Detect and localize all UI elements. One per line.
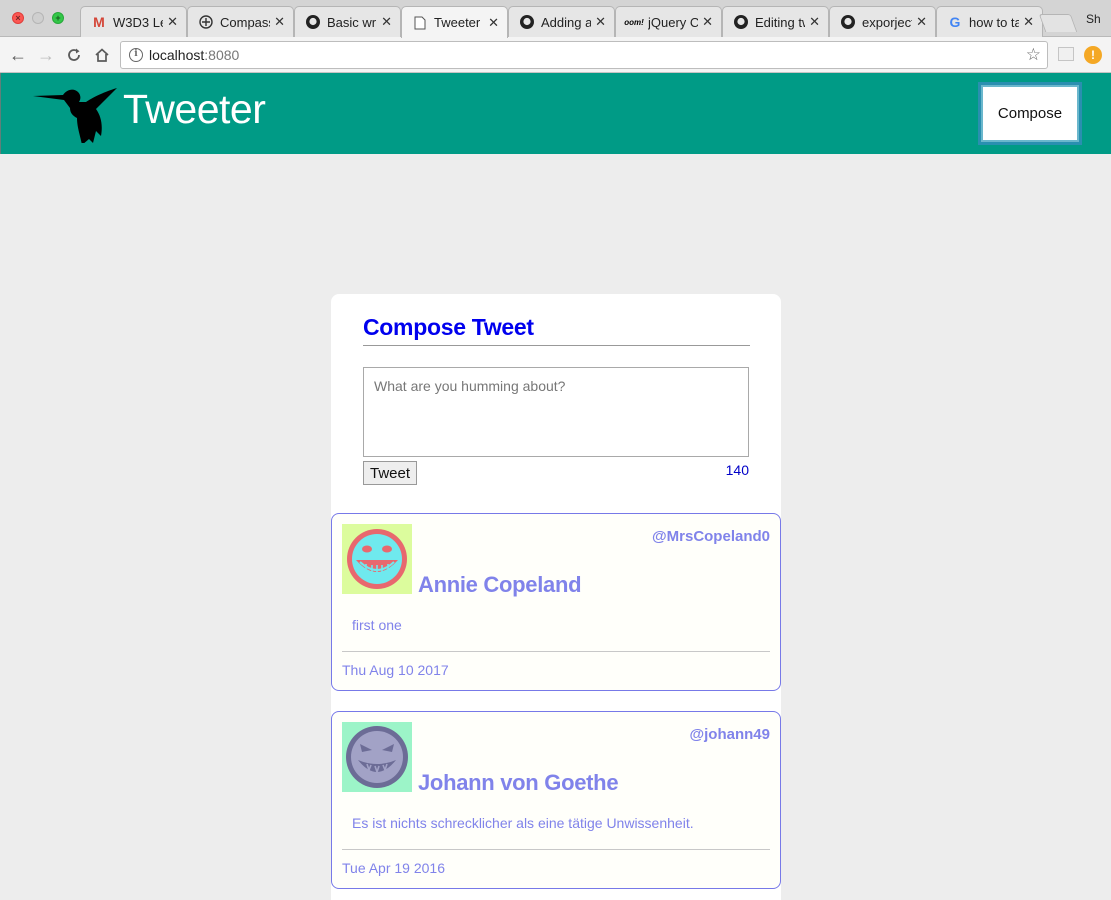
github-icon xyxy=(305,14,321,30)
browser-toolbar: ← → i localhost:8080 ☆ xyxy=(0,37,1111,73)
tab-close-icon[interactable]: ✕ xyxy=(274,14,285,30)
tab-title: Editing tw xyxy=(755,14,805,30)
tweet-divider xyxy=(342,651,770,652)
home-icon[interactable] xyxy=(90,43,114,67)
hummingbird-logo-icon xyxy=(33,88,117,143)
browser-tab-editing[interactable]: Editing tw ✕ xyxy=(722,6,829,37)
compose-button[interactable]: Compose xyxy=(978,82,1082,145)
compose-divider xyxy=(363,345,750,346)
tweet-author-name: Johann von Goethe xyxy=(418,770,619,795)
tab-close-icon[interactable]: ✕ xyxy=(916,14,927,30)
url-port: :8080 xyxy=(204,47,240,63)
tab-close-icon[interactable]: ✕ xyxy=(381,14,392,30)
tab-title: Adding ar xyxy=(541,14,592,30)
tweet-card: @MrsCopeland0 Annie Copeland first one T… xyxy=(331,513,781,691)
github-icon xyxy=(519,14,535,30)
gmail-icon: M xyxy=(93,14,105,30)
tweet-body: first one xyxy=(352,617,402,633)
tweet-card: @johann49 Johann von Goethe Es ist nicht… xyxy=(331,711,781,889)
compose-title: Compose Tweet xyxy=(363,314,534,340)
browser-tab-exporject[interactable]: exporject ✕ xyxy=(829,6,936,37)
character-counter: 140 xyxy=(725,462,749,478)
window-zoom-button[interactable]: + xyxy=(52,12,64,24)
browser-tab-compass[interactable]: Compass ✕ xyxy=(187,6,294,37)
tab-close-icon[interactable]: ✕ xyxy=(809,14,820,30)
back-arrow-icon[interactable]: ← xyxy=(6,43,30,67)
compass-icon xyxy=(198,14,214,30)
plus-icon: + xyxy=(55,13,61,23)
window-close-button[interactable]: × xyxy=(12,12,24,24)
tweet-submit-button[interactable]: Tweet xyxy=(363,461,417,485)
address-bar[interactable]: i localhost:8080 ☆ xyxy=(120,41,1048,69)
browser-tab-jquery[interactable]: oom! jQuery Cl ✕ xyxy=(615,6,722,37)
tweet-divider xyxy=(342,849,770,850)
tab-title: Compass xyxy=(220,14,271,30)
brand-title: Tweeter xyxy=(123,86,266,132)
devilish-face-icon xyxy=(342,722,412,792)
tweet-date: Thu Aug 10 2017 xyxy=(342,662,449,678)
page-icon xyxy=(412,15,428,31)
browser-tab-gmail[interactable]: M W3D3 Le ✕ xyxy=(80,6,187,37)
reload-icon[interactable] xyxy=(62,43,86,67)
tweet-body: Es ist nichts schrecklicher als eine tät… xyxy=(352,815,694,831)
browser-tab-google[interactable]: G how to ta ✕ xyxy=(936,6,1043,37)
tab-close-icon[interactable]: ✕ xyxy=(488,15,499,31)
github-icon xyxy=(840,14,856,30)
tweet-textarea[interactable] xyxy=(363,367,749,457)
browser-tab-bar: × + M W3D3 Le ✕ Compass ✕ Basic writ ✕ T… xyxy=(0,0,1111,38)
new-tab-button[interactable] xyxy=(1038,14,1078,32)
tab-close-icon[interactable]: ✕ xyxy=(167,14,178,30)
grinning-face-icon xyxy=(342,524,412,594)
browser-tab-tweeter[interactable]: Tweeter ✕ xyxy=(401,6,508,38)
profile-button[interactable]: Sh xyxy=(1086,12,1101,26)
browser-tab-adding[interactable]: Adding ar ✕ xyxy=(508,6,615,37)
bookmark-star-icon[interactable]: ☆ xyxy=(1026,45,1041,65)
tab-close-icon[interactable]: ✕ xyxy=(1023,14,1034,30)
top-nav-bar: Tweeter Compose xyxy=(0,73,1111,154)
window-minimize-button[interactable] xyxy=(32,12,44,24)
tab-title: W3D3 Le xyxy=(113,14,164,30)
forward-arrow-icon[interactable]: → xyxy=(34,43,58,67)
tweet-handle: @johann49 xyxy=(689,726,770,743)
tab-title: how to ta xyxy=(969,14,1020,30)
tab-title: exporject xyxy=(862,14,913,30)
google-icon: G xyxy=(949,14,961,30)
url-host: localhost xyxy=(149,47,205,63)
tab-title: jQuery Cl xyxy=(648,14,699,30)
tweet-date: Tue Apr 19 2016 xyxy=(342,860,446,876)
tab-close-icon[interactable]: ✕ xyxy=(702,14,713,30)
tweet-author-name: Annie Copeland xyxy=(418,572,582,597)
url-text: localhost:8080 xyxy=(149,47,239,63)
browser-tab-basic-writing[interactable]: Basic writ ✕ xyxy=(294,6,401,37)
github-icon xyxy=(733,14,749,30)
tab-title: Basic writ xyxy=(327,14,378,30)
jquery-icon: oom! xyxy=(624,17,644,27)
tab-close-icon[interactable]: ✕ xyxy=(595,14,606,30)
tab-title: Tweeter xyxy=(434,15,481,30)
close-icon: × xyxy=(15,13,21,23)
cast-extension-icon[interactable] xyxy=(1058,47,1074,61)
info-icon[interactable]: i xyxy=(129,48,143,62)
warning-extension-icon[interactable]: ! xyxy=(1084,46,1102,64)
tweet-handle: @MrsCopeland0 xyxy=(652,528,770,545)
